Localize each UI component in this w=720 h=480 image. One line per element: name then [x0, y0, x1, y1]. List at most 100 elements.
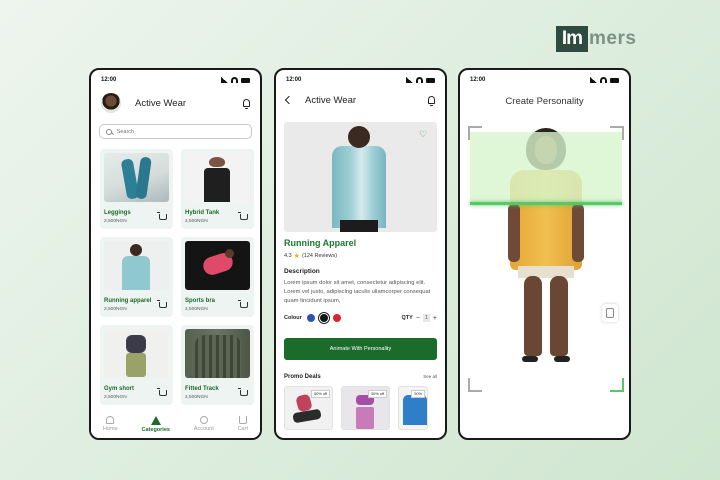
heart-icon[interactable]: ♡	[419, 130, 428, 139]
product-card-hybrid-tank[interactable]: Hybrid Tank 2,500NGN	[181, 149, 254, 229]
phone-categories-screen: 12:00 Active Wear Leggings 2,500NGN Hybr…	[89, 68, 262, 440]
product-grid: Leggings 2,500NGN Hybrid Tank 2,500NGN R…	[91, 149, 260, 405]
scan-overlay	[470, 132, 622, 204]
see-all-link[interactable]: See all	[423, 374, 437, 380]
promo-card[interactable]: 50%	[398, 386, 428, 430]
product-image	[104, 241, 169, 290]
capture-icon[interactable]	[602, 304, 618, 322]
star-icon: ★	[293, 253, 300, 260]
options-row: Colour QTY − 1 +	[284, 314, 437, 322]
logo-mark: Im	[556, 26, 588, 52]
qty-increase-button[interactable]: +	[433, 315, 437, 322]
product-image	[104, 329, 169, 378]
nav-label: Home	[102, 426, 118, 432]
page-title: Create Personality	[505, 96, 584, 107]
nav-label: Cart	[237, 426, 249, 432]
product-card-running-apparel[interactable]: Running apparel 2,500NGN	[100, 237, 173, 317]
battery-icon	[610, 77, 619, 83]
body-scan-viewport	[468, 126, 624, 392]
qty-value[interactable]: 1	[422, 314, 430, 322]
nav-label: Categories	[141, 426, 170, 433]
bell-icon[interactable]	[428, 96, 435, 106]
discount-badge: 50% off	[311, 390, 330, 398]
status-time: 12:00	[286, 77, 302, 83]
nav-account[interactable]: Account	[194, 416, 214, 432]
description-heading: Description	[284, 268, 320, 275]
status-bar: 12:00	[460, 70, 629, 90]
phone-product-screen: 12:00 Active Wear ♡ Running Apparel 4.3 …	[274, 68, 447, 440]
cart-icon	[238, 416, 247, 424]
colour-swatch-blue[interactable]	[306, 314, 315, 322]
bell-icon[interactable]	[243, 99, 250, 109]
search-bar[interactable]	[99, 124, 252, 139]
scan-corner	[468, 378, 482, 392]
status-time: 12:00	[470, 77, 486, 83]
back-arrow-icon[interactable]	[284, 95, 294, 105]
nav-cart[interactable]: Cart	[238, 416, 248, 432]
product-image	[104, 153, 169, 202]
add-to-cart-icon[interactable]	[157, 388, 167, 396]
search-input[interactable]	[116, 128, 245, 135]
animate-with-personality-button[interactable]: Animate With Personality	[284, 338, 437, 360]
promo-heading: Promo Deals	[284, 374, 321, 380]
product-image	[185, 329, 250, 378]
header: Active Wear	[91, 90, 260, 116]
review-count: (124 Reviews)	[301, 253, 338, 259]
scan-corner	[468, 126, 482, 140]
discount-badge: 50%	[411, 390, 425, 398]
quantity-stepper: QTY − 1 +	[401, 314, 437, 322]
product-card-fitted-track[interactable]: Fitted Track 2,500NGN	[181, 325, 254, 405]
nav-categories[interactable]: Categories	[141, 415, 170, 433]
home-icon	[106, 416, 115, 424]
product-card-gym-short[interactable]: Gym short 2,500NGN	[100, 325, 173, 405]
add-to-cart-icon[interactable]	[157, 212, 167, 220]
status-time: 12:00	[101, 77, 117, 83]
promo-card[interactable]: 50% off	[284, 386, 333, 430]
categories-icon	[150, 415, 161, 425]
rating: 4.3 ★ (124 Reviews)	[284, 252, 437, 260]
page-title: Active Wear	[305, 94, 357, 106]
header: Active Wear	[276, 90, 445, 110]
scan-corner	[610, 126, 624, 140]
description-text: Lorem ipsum dolor sit amet, consectetur …	[284, 280, 431, 304]
signal-icon	[590, 77, 597, 83]
signal-icon	[406, 77, 413, 83]
colour-swatch-red[interactable]	[332, 314, 341, 322]
scan-corner	[610, 378, 624, 392]
colour-label: Colour	[284, 315, 302, 321]
rating-value: 4.3	[284, 253, 292, 259]
product-title: Running Apparel	[284, 238, 357, 248]
promo-card[interactable]: 50% off	[341, 386, 390, 430]
product-image	[185, 153, 250, 202]
promo-header: Promo Deals See all	[284, 374, 437, 380]
add-to-cart-icon[interactable]	[157, 300, 167, 308]
logo-wordmark: mers	[589, 28, 637, 49]
add-to-cart-icon[interactable]	[238, 388, 248, 396]
discount-badge: 50% off	[368, 390, 387, 398]
battery-icon	[241, 77, 250, 83]
signal-icon	[221, 77, 228, 83]
battery-icon	[426, 77, 435, 83]
status-bar: 12:00	[91, 70, 260, 90]
qty-label: QTY	[401, 315, 413, 321]
page-title: Active Wear	[135, 97, 187, 109]
add-to-cart-icon[interactable]	[238, 300, 248, 308]
nav-home[interactable]: Home	[103, 416, 118, 432]
nav-label: Account	[193, 426, 214, 432]
search-icon	[106, 128, 112, 135]
promo-list: 50% off 50% off 50%	[284, 386, 437, 430]
product-card-leggings[interactable]: Leggings 2,500NGN	[100, 149, 173, 229]
account-icon	[199, 416, 208, 424]
status-bar: 12:00	[276, 70, 445, 90]
colour-swatch-black[interactable]	[319, 314, 328, 322]
immers-logo: Im mers	[556, 26, 636, 52]
product-card-sports-bra[interactable]: Sports bra 2,500NGN	[181, 237, 254, 317]
wifi-icon	[600, 77, 607, 83]
scan-line	[470, 202, 622, 205]
product-image	[185, 241, 250, 290]
product-hero-image: ♡	[284, 122, 437, 232]
add-to-cart-icon[interactable]	[238, 212, 248, 220]
bottom-nav: Home Categories Account Cart	[91, 410, 260, 438]
avatar[interactable]	[101, 93, 121, 113]
qty-decrease-button[interactable]: −	[416, 315, 420, 322]
